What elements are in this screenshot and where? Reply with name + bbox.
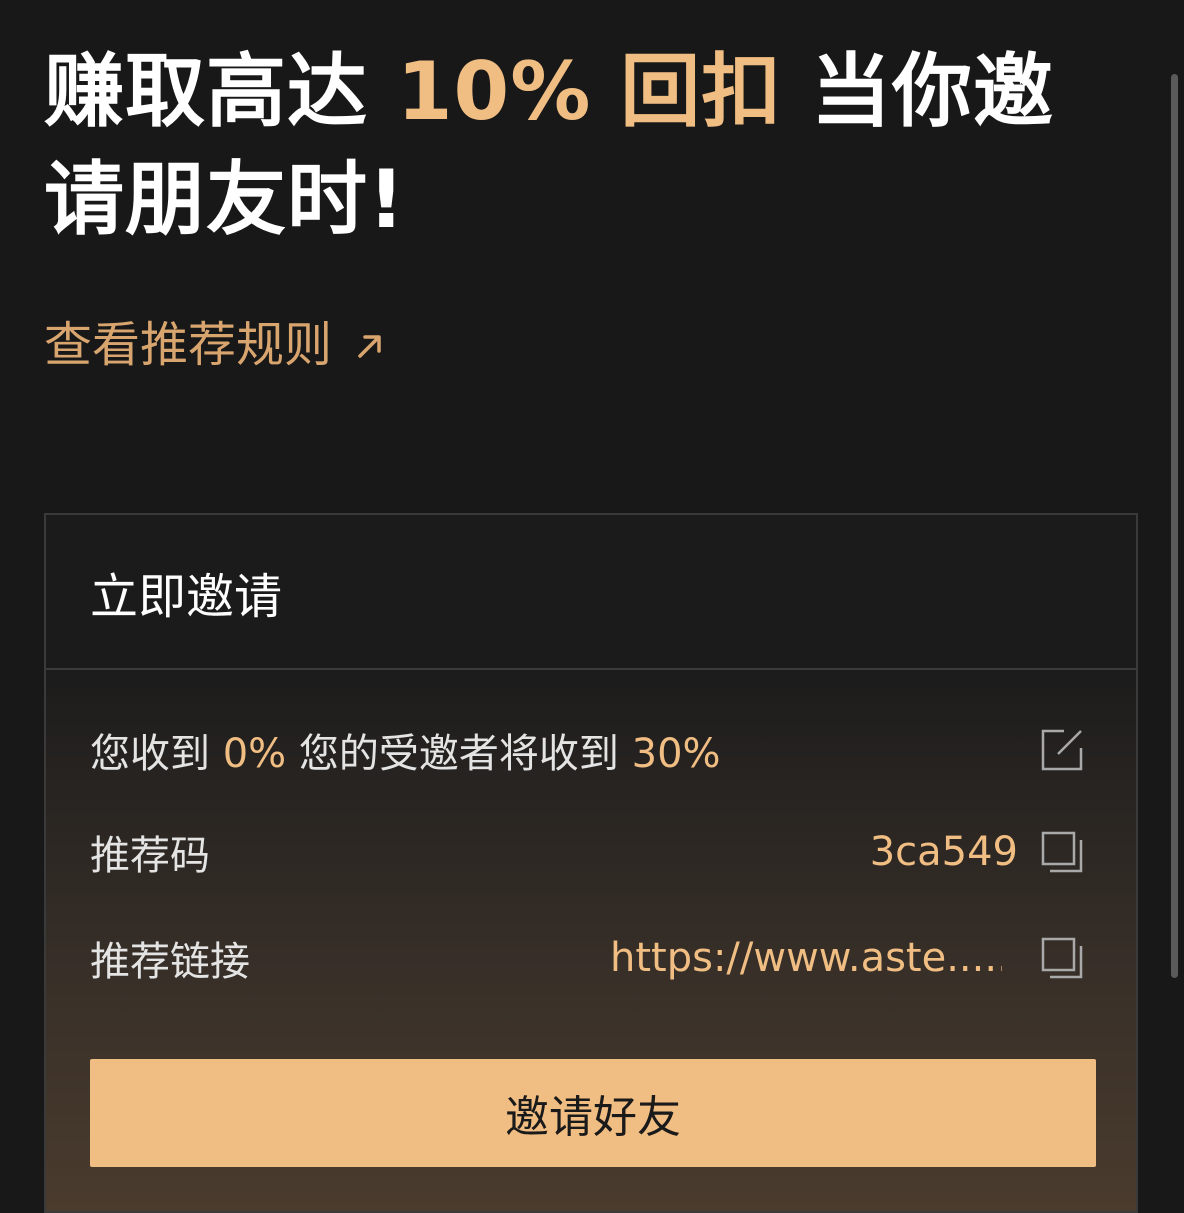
- you-receive-label: 您收到: [90, 731, 210, 777]
- referral-link-label: 推荐链接: [90, 939, 250, 985]
- edit-icon[interactable]: [1040, 728, 1084, 772]
- view-rules-link[interactable]: 查看推荐规则: [44, 314, 390, 376]
- hero-title-accent: 10% 回扣: [396, 45, 783, 138]
- scrollbar-thumb[interactable]: [1171, 74, 1178, 978]
- invite-friends-button[interactable]: 邀请好友: [90, 1059, 1096, 1167]
- copy-code-icon[interactable]: [1040, 830, 1084, 874]
- arrow-up-right-icon: [350, 319, 390, 359]
- invite-card: 立即邀请 您收到 0% 您的受邀者将收到 30% 推荐码 3ca549 推荐链接…: [44, 513, 1138, 1213]
- view-rules-label: 查看推荐规则: [44, 317, 333, 373]
- copy-link-icon[interactable]: [1040, 936, 1084, 980]
- rebate-text: 您收到 0% 您的受邀者将收到 30%: [90, 721, 721, 779]
- referral-code-value: 3ca549: [869, 829, 1018, 875]
- invitee-receive-label: 您的受邀者将收到: [298, 731, 619, 777]
- hero-title-part1: 赚取高达: [44, 45, 397, 138]
- hero-title: 赚取高达 10% 回扣 当你邀请朋友时!: [44, 38, 1104, 254]
- referral-link-value: https://www.aste......: [610, 935, 1002, 981]
- invite-card-header: 立即邀请: [46, 515, 1136, 670]
- invite-card-title: 立即邀请: [90, 568, 283, 625]
- invitee-receive-value: 30%: [631, 731, 721, 777]
- referral-link-row: 推荐链接 https://www.aste......: [90, 923, 1084, 993]
- rebate-row: 您收到 0% 您的受邀者将收到 30%: [90, 715, 1084, 785]
- referral-link-right: https://www.aste......: [610, 935, 1084, 981]
- referral-code-row: 推荐码 3ca549: [90, 817, 1084, 887]
- referral-code-right: 3ca549: [870, 829, 1084, 875]
- scrollbar[interactable]: [1164, 0, 1184, 1200]
- referral-code-label: 推荐码: [90, 833, 210, 879]
- you-receive-value: 0%: [222, 731, 287, 777]
